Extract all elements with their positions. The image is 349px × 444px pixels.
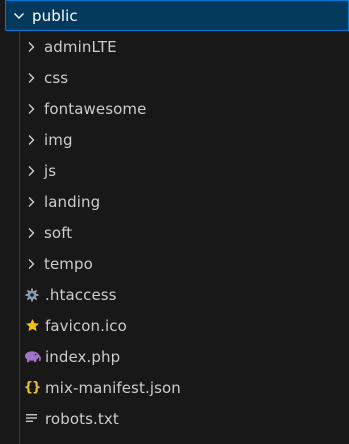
file-label: robots.txt: [45, 409, 119, 428]
folder-label: landing: [44, 192, 101, 211]
file-favicon[interactable]: favicon.ico: [0, 310, 349, 341]
folder-adminlte[interactable]: adminLTE: [0, 31, 349, 62]
folder-public[interactable]: public: [5, 0, 349, 31]
json-braces-icon: {}: [23, 380, 42, 395]
chevron-right-icon: [22, 165, 40, 177]
folder-soft[interactable]: soft: [0, 217, 349, 248]
chevron-right-icon: [22, 72, 40, 84]
folder-label: public: [32, 6, 78, 25]
folder-label: fontawesome: [44, 99, 147, 118]
file-mix-manifest[interactable]: {} mix-manifest.json: [0, 372, 349, 403]
chevron-right-icon: [22, 196, 40, 208]
folder-label: img: [44, 130, 73, 149]
folder-js[interactable]: js: [0, 155, 349, 186]
php-elephant-icon: [22, 350, 42, 363]
folder-img[interactable]: img: [0, 124, 349, 155]
file-index-php[interactable]: index.php: [0, 341, 349, 372]
folder-landing[interactable]: landing: [0, 186, 349, 217]
file-explorer: public adminLTE css fontawesome img js l…: [0, 0, 349, 444]
folder-label: js: [44, 161, 57, 180]
gear-icon: [22, 288, 42, 302]
file-label: index.php: [45, 347, 121, 366]
folder-label: soft: [44, 223, 73, 242]
chevron-right-icon: [22, 227, 40, 239]
chevron-right-icon: [22, 103, 40, 115]
folder-fontawesome[interactable]: fontawesome: [0, 93, 349, 124]
chevron-down-icon: [10, 10, 28, 22]
file-label: .htaccess: [45, 285, 117, 304]
chevron-right-icon: [22, 41, 40, 53]
file-label: mix-manifest.json: [45, 378, 181, 397]
folder-label: adminLTE: [44, 37, 117, 56]
file-htaccess[interactable]: .htaccess: [0, 279, 349, 310]
star-icon: [22, 318, 42, 333]
file-label: favicon.ico: [45, 316, 127, 335]
chevron-right-icon: [22, 258, 40, 270]
folder-label: tempo: [44, 254, 93, 273]
folder-css[interactable]: css: [0, 62, 349, 93]
text-lines-icon: [22, 413, 42, 424]
folder-label: css: [44, 68, 69, 87]
file-robots-txt[interactable]: robots.txt: [0, 403, 349, 434]
folder-tempo[interactable]: tempo: [0, 248, 349, 279]
chevron-right-icon: [22, 134, 40, 146]
